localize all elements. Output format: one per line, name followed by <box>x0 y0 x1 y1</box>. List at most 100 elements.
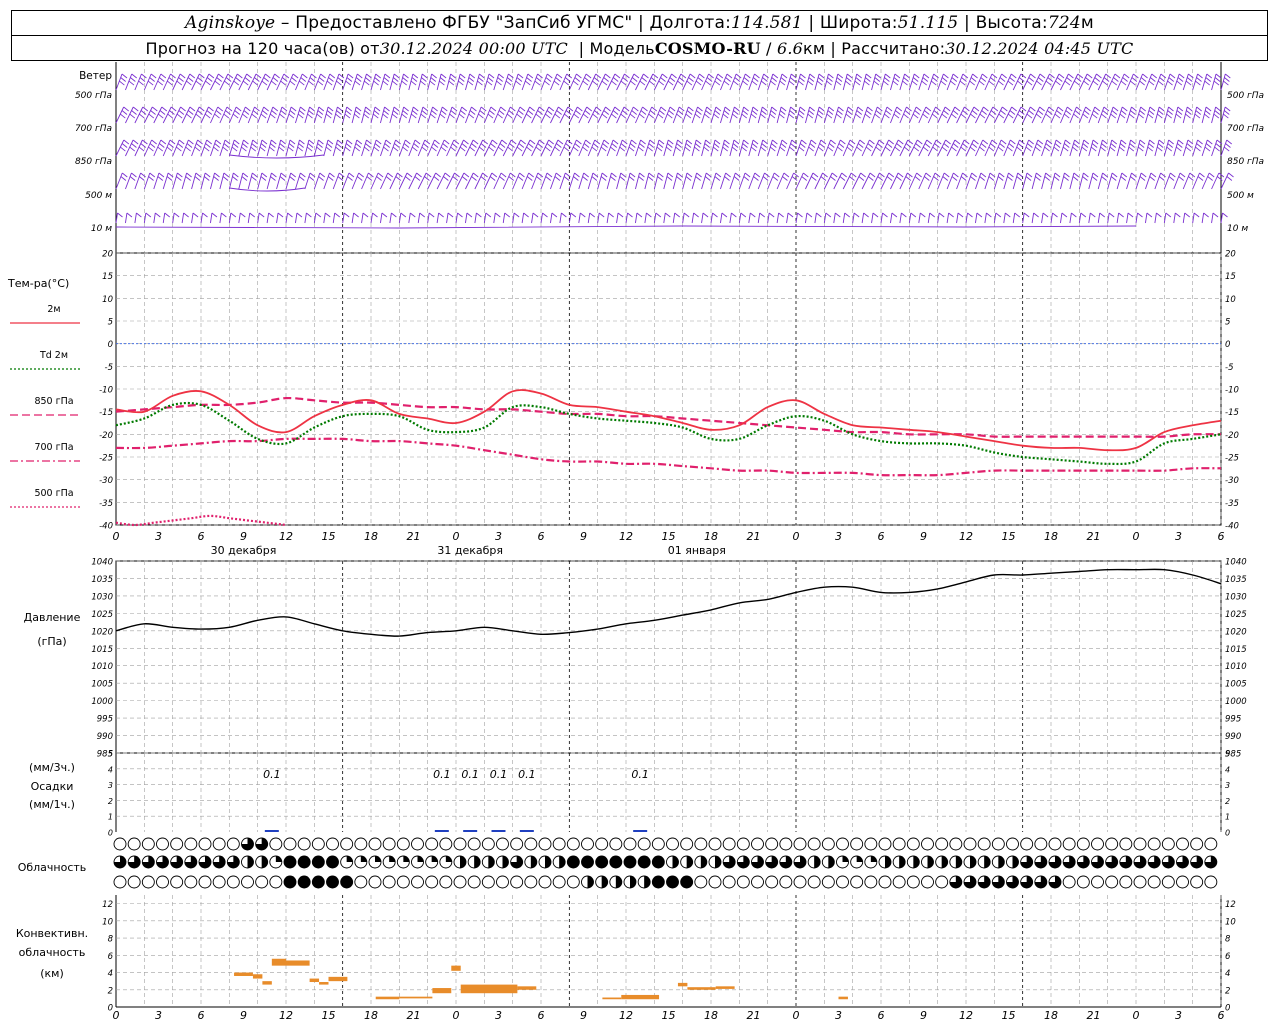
wind-barb <box>361 139 372 157</box>
cloud-symbol <box>1020 837 1034 851</box>
cloud-symbol <box>283 875 297 889</box>
wind-barb <box>153 212 161 224</box>
cloud-symbol <box>255 855 269 869</box>
cloud-symbol <box>1133 855 1147 869</box>
wind-barb <box>965 172 977 190</box>
cloud-symbol <box>184 837 198 851</box>
temp-tick-label: 5 <box>1225 318 1230 328</box>
cloud-symbol <box>1190 875 1204 889</box>
wind-barb <box>720 139 730 157</box>
wind-barb <box>266 212 274 224</box>
x-tick-label: 21 <box>1087 530 1101 543</box>
cloud-symbol <box>255 837 269 851</box>
x-tick-label: 15 <box>1002 530 1016 543</box>
cloud-symbol <box>694 837 708 851</box>
wind-barb <box>729 212 737 224</box>
wind-barb <box>710 106 722 124</box>
cloud-symbol <box>1062 855 1076 869</box>
cloud-symbol <box>680 837 694 851</box>
wind-barb <box>125 172 137 190</box>
conv-title-2: облачность <box>19 946 86 959</box>
wind-barb <box>597 212 605 224</box>
wind-barb <box>691 212 699 224</box>
wind-barb <box>776 73 788 91</box>
cloud-symbol <box>651 875 665 889</box>
wind-barb <box>786 106 796 124</box>
cloud-symbol <box>453 875 467 889</box>
cloud-symbol <box>694 855 708 869</box>
wind-barb <box>937 73 949 91</box>
x-tick-label: 18 <box>364 530 378 543</box>
wind-barb <box>767 172 780 190</box>
x-tick-label: 3 <box>835 530 842 543</box>
wind-barb <box>313 73 326 91</box>
wind-barb <box>871 212 879 224</box>
wind-barb <box>842 212 851 224</box>
wind-barb <box>965 212 973 224</box>
wind-barb <box>1031 172 1042 190</box>
wind-barb <box>871 106 883 124</box>
wind-barb <box>634 212 643 224</box>
wind-barb <box>512 212 520 224</box>
wind-barb <box>1163 212 1172 224</box>
cloud-symbol <box>382 855 396 869</box>
wind-level-label-right: 850 гПа <box>1227 157 1264 167</box>
cloud-symbol <box>198 875 212 889</box>
temp-tick-label: -35 <box>99 499 113 509</box>
wind-barb <box>266 139 277 157</box>
wind-barb <box>1022 139 1034 157</box>
wind-barb <box>172 139 185 157</box>
wind-barb <box>285 139 296 157</box>
cloud-symbol <box>510 855 524 869</box>
wind-barb <box>238 106 251 124</box>
x-tick-label: 6 <box>878 530 885 543</box>
conv-bar <box>517 986 537 990</box>
wind-barb <box>1182 73 1194 91</box>
wind-barb <box>257 212 265 224</box>
cloud-symbol <box>382 875 396 889</box>
wind-barb <box>927 212 936 224</box>
cloud-symbol <box>751 855 764 869</box>
cloud-symbol <box>1062 837 1076 851</box>
conv-title-1: Конвективн. <box>16 927 88 940</box>
wind-level-label: 850 гПа <box>75 157 112 167</box>
wind-barb <box>1069 139 1080 157</box>
wind-barb <box>125 73 138 91</box>
wind-barb <box>795 139 807 157</box>
wind-barb <box>493 73 504 91</box>
conv-bar <box>677 982 688 987</box>
wind-barb <box>427 106 438 124</box>
cloud-symbol <box>935 875 949 889</box>
wind-barb <box>1163 106 1174 124</box>
x-tick-label: 9 <box>920 530 927 543</box>
cloud-symbol <box>396 875 410 889</box>
cloud-symbol <box>637 837 651 851</box>
x-tick-label: 3 <box>155 530 162 543</box>
cloud-symbol <box>1034 837 1048 851</box>
legend-label-t500: 500 гПа <box>34 488 73 499</box>
temp-tick-label: -25 <box>99 454 113 464</box>
wind-barb <box>1041 212 1049 224</box>
wind-barb <box>370 106 381 124</box>
pressure-tick-label: 1020 <box>1225 627 1247 637</box>
conv-bar <box>271 958 286 966</box>
cloud-symbol <box>779 837 793 851</box>
cloud-symbol <box>226 875 240 889</box>
wind-barb <box>701 212 709 224</box>
cloud-symbol <box>864 875 878 889</box>
wind-barb <box>729 139 740 157</box>
wind-barb <box>398 106 409 124</box>
cloud-symbol <box>807 855 821 869</box>
wind-barb <box>1182 172 1196 190</box>
wind-barb <box>587 139 601 157</box>
cloud-symbol <box>906 837 920 851</box>
wind-barb <box>502 212 511 224</box>
cloud-title: Облачность <box>18 861 87 874</box>
wind-barb <box>946 172 959 190</box>
conv-bar <box>252 974 263 979</box>
wind-barb <box>701 139 711 157</box>
wind-barb <box>1078 106 1091 124</box>
wind-barb <box>823 139 836 157</box>
wind-barb <box>852 106 864 124</box>
cloud-symbol <box>949 855 963 869</box>
